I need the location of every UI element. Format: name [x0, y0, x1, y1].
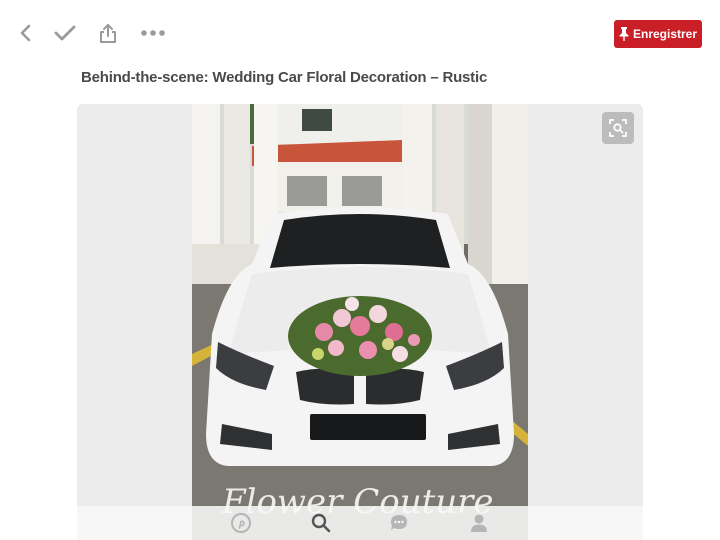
visual-search-button[interactable] [602, 112, 634, 144]
nav-messages[interactable] [387, 512, 411, 534]
search-icon [311, 513, 331, 533]
pin-title: Behind-the-scene: Wedding Car Floral Dec… [81, 69, 488, 86]
profile-icon [471, 514, 487, 532]
back-button[interactable] [10, 18, 40, 48]
bottom-nav-bar [77, 506, 643, 540]
visual-search-icon [609, 119, 627, 137]
save-button[interactable]: Enregistrer [614, 20, 702, 48]
done-button[interactable] [50, 18, 80, 48]
share-button[interactable] [93, 18, 123, 48]
nav-search[interactable] [309, 512, 333, 534]
more-dots-icon [141, 30, 165, 36]
nav-home[interactable] [229, 512, 253, 534]
nav-profile[interactable] [467, 512, 491, 534]
more-options-button[interactable] [138, 18, 168, 48]
checkmark-icon [54, 25, 76, 41]
share-icon [100, 24, 116, 43]
wedding-car-illustration [192, 104, 528, 540]
save-button-label: Enregistrer [632, 27, 698, 41]
pinterest-logo-icon [231, 513, 251, 533]
top-toolbar: Enregistrer [0, 0, 720, 68]
chat-bubble-icon [391, 515, 407, 530]
pin-photo[interactable]: Flower Couture [192, 104, 528, 540]
pin-image-frame: Flower Couture [77, 104, 643, 540]
chevron-left-icon [20, 24, 31, 42]
pushpin-icon [619, 27, 629, 41]
